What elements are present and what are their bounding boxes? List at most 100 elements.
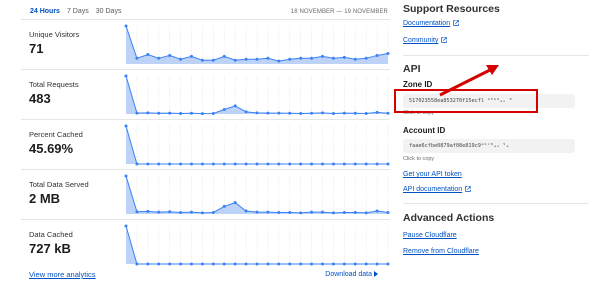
documentation-link[interactable]: Documentation — [403, 20, 459, 27]
analytics-panel: 24 Hours 7 Days 30 Days 18 NOVEMBER — 19… — [0, 0, 390, 297]
account-id-label: Account ID — [403, 126, 446, 135]
data-point — [135, 162, 139, 166]
tab-7-days[interactable]: 7 Days — [67, 8, 89, 15]
data-point — [157, 111, 161, 115]
data-point — [168, 210, 172, 214]
data-point — [255, 57, 259, 61]
data-point — [244, 209, 248, 213]
data-point — [375, 162, 379, 166]
play-icon — [374, 271, 378, 277]
data-point — [288, 57, 292, 61]
metric-label: Percent Cached — [29, 130, 83, 139]
data-point — [222, 107, 226, 111]
data-point — [179, 162, 183, 166]
data-point — [364, 162, 368, 166]
data-point — [124, 74, 128, 78]
data-point — [255, 111, 259, 115]
data-point — [266, 262, 270, 266]
data-point — [233, 58, 237, 62]
data-point — [200, 262, 204, 266]
data-point — [266, 56, 270, 60]
data-point — [310, 111, 314, 115]
data-point — [146, 262, 150, 266]
data-point — [233, 162, 237, 166]
data-point — [310, 262, 314, 266]
external-link-icon — [441, 37, 448, 43]
date-range-label: 18 NOVEMBER — 19 NOVEMBER — [290, 9, 388, 15]
data-point — [353, 111, 357, 115]
metric-total-requests: Total Requests 483 — [21, 69, 390, 119]
data-point — [321, 162, 324, 166]
data-point — [277, 210, 281, 214]
data-point — [244, 262, 248, 266]
metric-value: 483 — [29, 91, 51, 106]
api-documentation-link[interactable]: API documentation — [403, 186, 471, 193]
data-point — [211, 262, 215, 266]
data-point — [200, 112, 204, 116]
data-point — [331, 56, 335, 60]
data-point — [375, 209, 379, 213]
data-cached-chart — [124, 224, 390, 266]
data-point — [124, 224, 128, 228]
data-point — [168, 162, 172, 166]
data-point — [342, 210, 346, 214]
data-point — [255, 262, 259, 266]
advanced-actions-heading: Advanced Actions — [403, 212, 495, 224]
data-point — [200, 162, 204, 166]
data-point — [277, 111, 281, 115]
api-documentation-label: API documentation — [403, 186, 463, 193]
metric-data-cached: Data Cached 727 kB — [21, 219, 390, 269]
community-label: Community — [403, 37, 439, 44]
data-point — [310, 210, 314, 214]
data-point — [222, 54, 226, 58]
metric-value: 2 MB — [29, 191, 61, 206]
data-point — [222, 262, 226, 266]
tab-24-hours[interactable]: 24 Hours — [30, 8, 60, 15]
external-link-icon — [465, 186, 471, 192]
data-point — [386, 52, 390, 56]
data-point — [364, 262, 368, 266]
data-point — [288, 210, 292, 214]
data-point — [375, 110, 379, 114]
data-point — [266, 210, 270, 214]
data-point — [157, 162, 161, 166]
data-point — [244, 57, 248, 61]
data-point — [200, 211, 204, 215]
data-point — [135, 56, 139, 60]
metric-label: Total Data Served — [29, 180, 89, 189]
data-point — [386, 210, 390, 214]
download-data-button[interactable]: Download data — [325, 271, 378, 278]
external-link-icon — [453, 20, 459, 26]
data-point — [124, 24, 128, 28]
percent-cached-chart — [124, 124, 390, 166]
data-point — [233, 201, 237, 205]
data-point — [135, 210, 139, 214]
data-point — [310, 162, 314, 166]
community-link[interactable]: Community — [403, 37, 448, 44]
support-resources-heading: Support Resources — [403, 3, 500, 15]
get-api-token-link[interactable]: Get your API token — [403, 171, 462, 178]
data-point — [299, 56, 303, 60]
data-point — [364, 111, 368, 115]
zone-id-label: Zone ID — [403, 80, 433, 89]
divider — [403, 55, 589, 56]
data-point — [179, 210, 183, 214]
remove-from-cloudflare-link[interactable]: Remove from Cloudflare — [403, 248, 479, 255]
data-point — [146, 209, 150, 213]
data-point — [146, 162, 150, 166]
metric-unique-visitors: Unique Visitors 71 — [21, 19, 390, 69]
data-point — [310, 56, 314, 60]
data-point — [168, 111, 172, 115]
metric-label: Unique Visitors — [29, 30, 80, 39]
pause-cloudflare-link[interactable]: Pause Cloudflare — [403, 232, 457, 239]
sidebar: Support Resources Documentation Communit… — [394, 0, 600, 297]
view-more-analytics-link[interactable]: View more analytics — [29, 270, 96, 279]
tab-30-days[interactable]: 30 Days — [96, 8, 122, 15]
data-point — [190, 111, 193, 115]
data-point — [135, 111, 139, 115]
data-point — [168, 53, 172, 57]
data-point — [386, 262, 390, 266]
account-id-field[interactable]: faae6cfbe0879af08e819c9ᵃᵇᶜ⁸ₐᵤ ⁵ₐ — [403, 139, 575, 153]
data-point — [342, 162, 346, 166]
data-point — [364, 56, 368, 60]
